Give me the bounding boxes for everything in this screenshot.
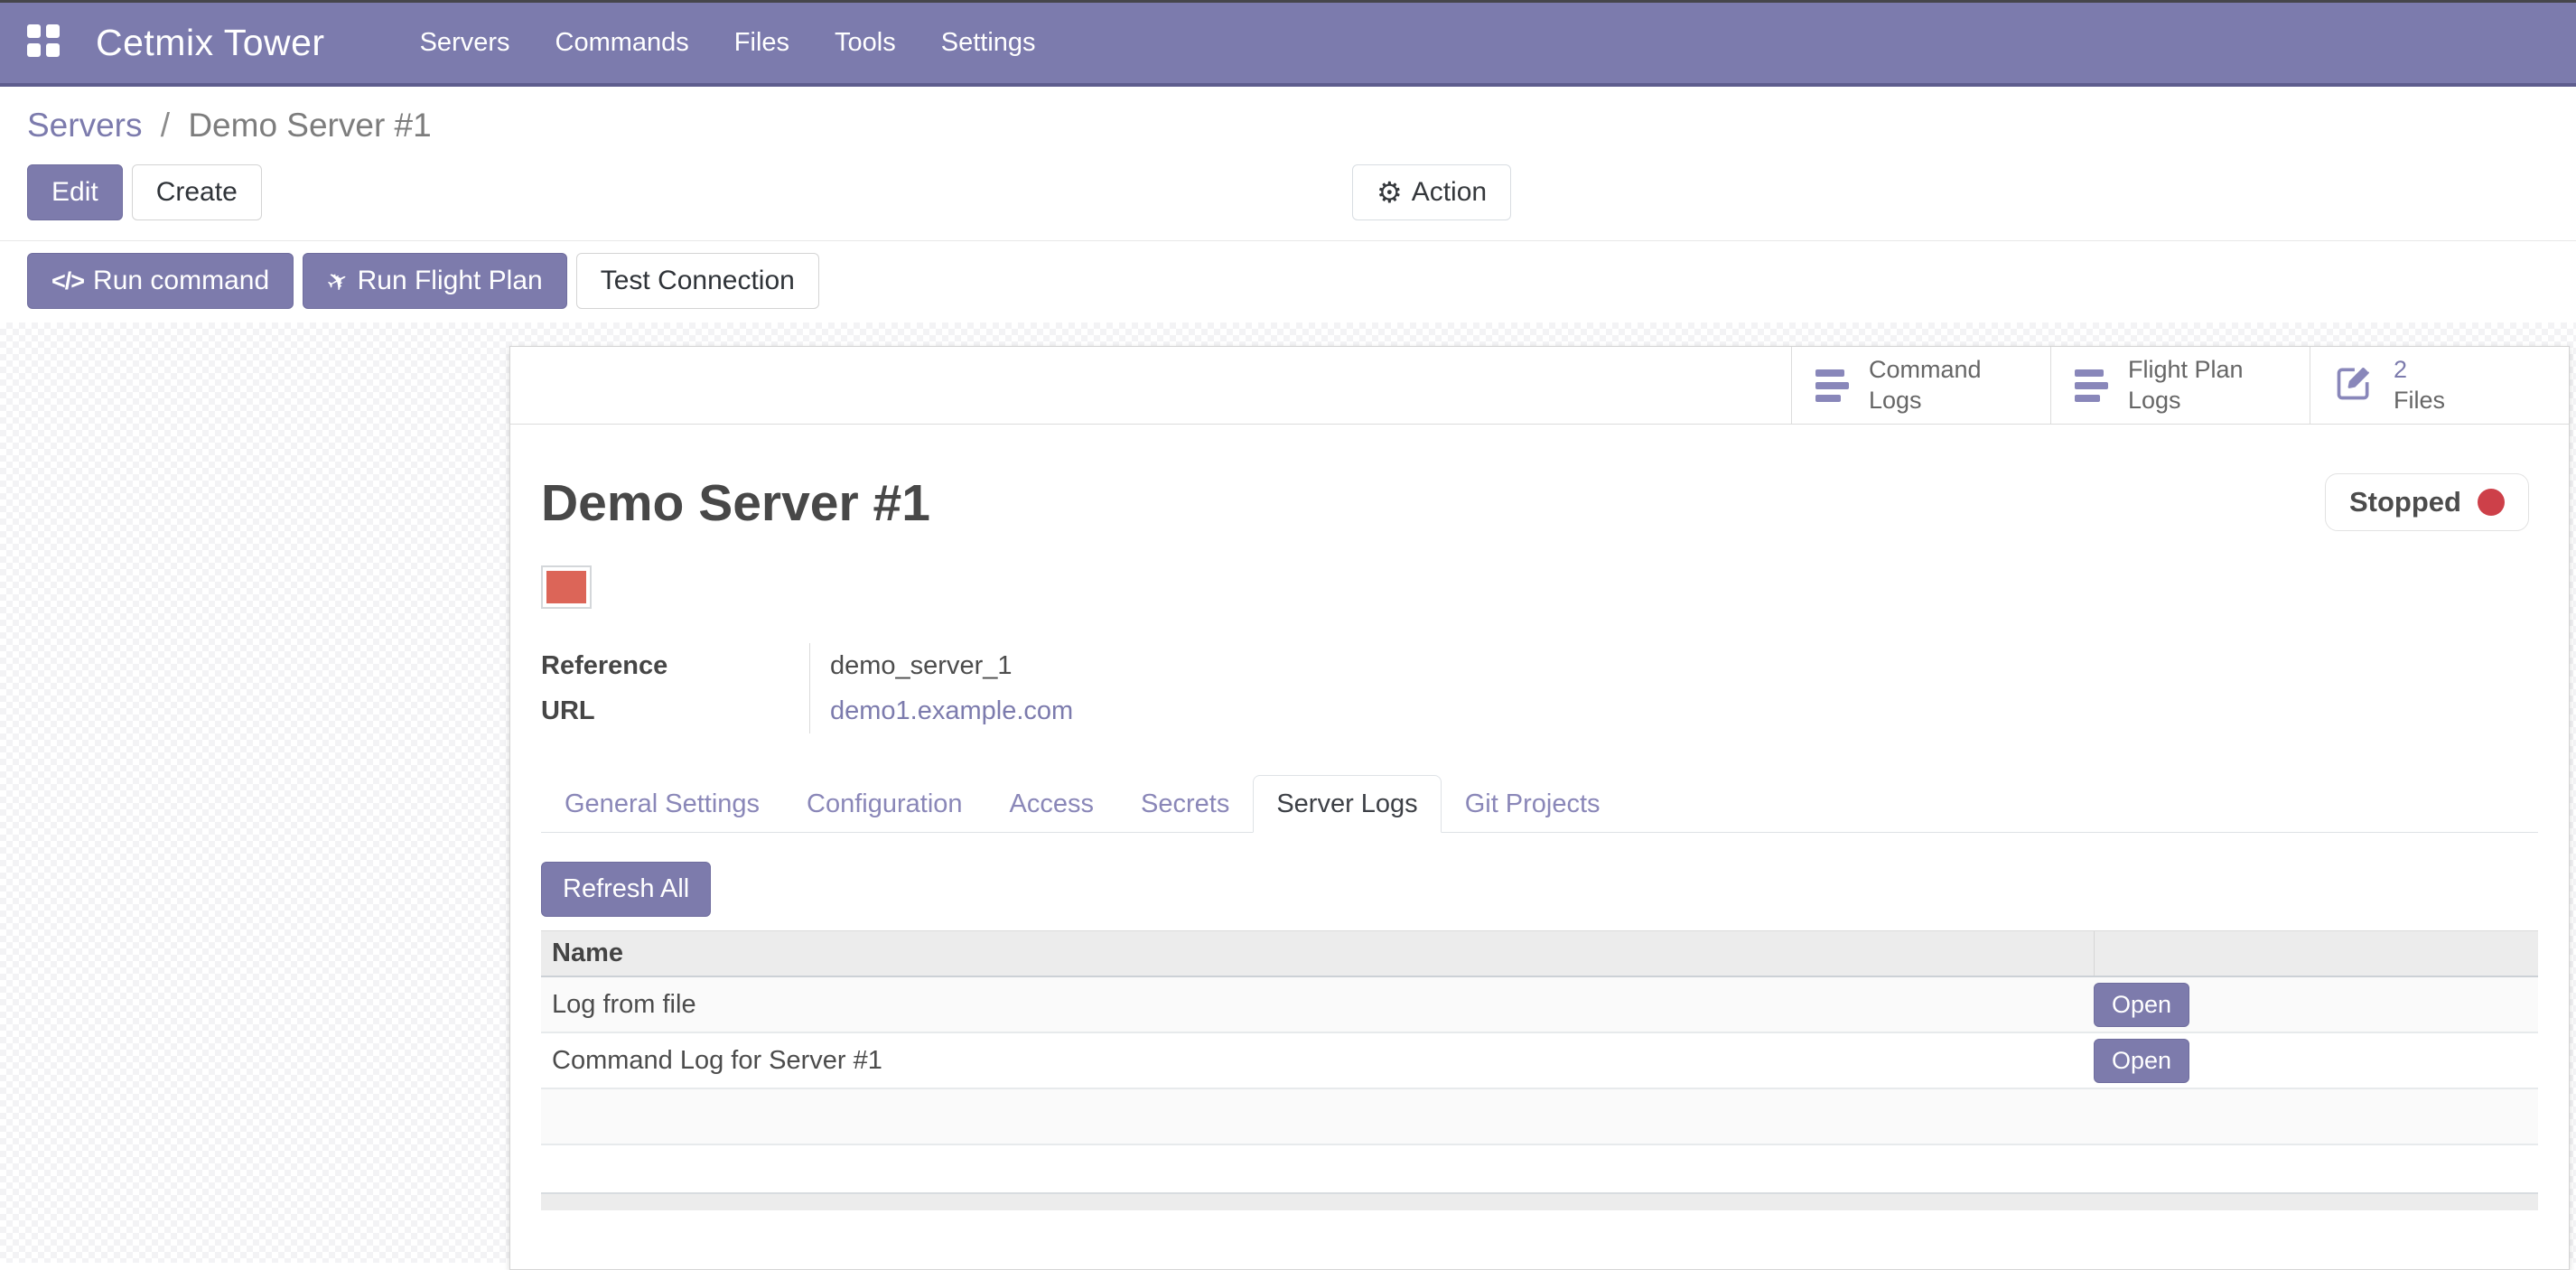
status-dot-icon — [2478, 489, 2505, 516]
table-header-row: Name — [541, 930, 2538, 977]
tab-git-projects[interactable]: Git Projects — [1442, 775, 1624, 833]
tab-secrets[interactable]: Secrets — [1117, 775, 1253, 833]
stat-button-box: Command Logs Flight Plan Logs — [510, 347, 2569, 425]
title-row: Demo Server #1 Stopped — [541, 473, 2538, 533]
breadcrumb-parent-link[interactable]: Servers — [27, 107, 142, 144]
notebook-tabs: General Settings Configuration Access Se… — [541, 775, 2538, 833]
app-brand: Cetmix Tower — [96, 22, 325, 64]
open-log-button[interactable]: Open — [2094, 983, 2189, 1027]
menu-item-commands[interactable]: Commands — [533, 3, 712, 83]
breadcrumb: Servers / Demo Server #1 — [0, 87, 2576, 148]
table-row[interactable]: Log from file Open — [541, 977, 2538, 1033]
run-flight-plan-button[interactable]: ✈ Run Flight Plan — [303, 253, 567, 309]
stat-button-command-logs[interactable]: Command Logs — [1791, 347, 2050, 424]
log-name: Command Log for Server #1 — [541, 1033, 2094, 1088]
tab-general-settings[interactable]: General Settings — [541, 775, 783, 833]
reference-field-label: Reference — [541, 651, 667, 681]
stat-label: Flight Plan Logs — [2128, 355, 2244, 416]
tab-server-logs[interactable]: Server Logs — [1253, 775, 1441, 833]
screen: Cetmix Tower Servers Commands Files Tool… — [0, 0, 2576, 1263]
main-menu: Servers Commands Files Tools Settings — [397, 3, 1059, 83]
edit-button[interactable]: Edit — [27, 164, 123, 220]
stat-button-flight-plan-logs[interactable]: Flight Plan Logs — [2050, 347, 2310, 424]
form-view-background: Command Logs Flight Plan Logs — [0, 322, 2576, 1263]
menu-item-settings[interactable]: Settings — [919, 3, 1059, 83]
pencil-square-icon — [2334, 363, 2374, 407]
table-row[interactable]: Command Log for Server #1 Open — [541, 1033, 2538, 1089]
navbar: Cetmix Tower Servers Commands Files Tool… — [0, 3, 2576, 87]
status-badge: Stopped — [2325, 473, 2529, 531]
create-button[interactable]: Create — [132, 164, 262, 220]
table-body: Log from file Open Command Log for Serve… — [541, 977, 2538, 1145]
breadcrumb-separator: / — [152, 107, 179, 144]
stat-label: Command Logs — [1869, 355, 1982, 416]
apps-menu-icon[interactable] — [27, 24, 65, 62]
reference-field-value: demo_server_1 — [830, 651, 1013, 681]
plane-icon: ✈ — [322, 263, 354, 299]
list-icon — [2075, 369, 2108, 402]
open-log-button[interactable]: Open — [2094, 1039, 2189, 1083]
control-panel-buttons: Edit Create ⚙ Action — [0, 148, 2576, 240]
table-row-empty — [541, 1089, 2538, 1145]
page-title: Demo Server #1 — [541, 473, 930, 533]
stat-label: 2 Files — [2394, 355, 2445, 416]
server-logs-pane: Refresh All Name Log from file Open — [541, 833, 2538, 1210]
test-connection-button[interactable]: Test Connection — [576, 253, 819, 309]
server-logs-table: Name Log from file Open Comman — [541, 930, 2538, 1210]
run-flight-plan-label: Run Flight Plan — [358, 266, 543, 296]
breadcrumb-current: Demo Server #1 — [188, 107, 431, 144]
field-values-column: demo_server_1 demo1.example.com — [810, 643, 1073, 733]
field-labels-column: Reference URL — [541, 643, 810, 733]
refresh-all-button[interactable]: Refresh All — [541, 862, 711, 917]
action-button[interactable]: ⚙ Action — [1352, 164, 1511, 220]
tab-configuration[interactable]: Configuration — [783, 775, 986, 833]
menu-item-tools[interactable]: Tools — [812, 3, 919, 83]
tab-access[interactable]: Access — [986, 775, 1117, 833]
url-field-label: URL — [541, 696, 595, 726]
record-action-buttons: </> Run command ✈ Run Flight Plan Test C… — [0, 240, 2576, 322]
column-header-name[interactable]: Name — [541, 931, 2094, 976]
run-command-button[interactable]: </> Run command — [27, 253, 294, 309]
log-name: Log from file — [541, 977, 2094, 1032]
menu-item-files[interactable]: Files — [712, 3, 812, 83]
stat-button-files[interactable]: 2 Files — [2310, 347, 2569, 424]
files-count: 2 — [2394, 356, 2407, 383]
list-footer-bar — [541, 1192, 2538, 1210]
form-sheet: Demo Server #1 Stopped Reference URL dem… — [510, 473, 2569, 1210]
status-label: Stopped — [2349, 486, 2461, 518]
server-form-card: Command Logs Flight Plan Logs — [509, 346, 2570, 1270]
action-button-label: Action — [1412, 177, 1487, 208]
control-panel: Servers / Demo Server #1 Edit Create ⚙ A… — [0, 87, 2576, 322]
url-field-link[interactable]: demo1.example.com — [830, 696, 1073, 726]
menu-item-servers[interactable]: Servers — [397, 3, 533, 83]
code-icon: </> — [51, 267, 84, 295]
field-group: Reference URL demo_server_1 demo1.exampl… — [541, 643, 2538, 733]
column-header-action — [2094, 931, 2538, 976]
list-icon — [1815, 369, 1849, 402]
run-command-label: Run command — [93, 266, 269, 296]
gear-icon: ⚙ — [1377, 178, 1403, 207]
server-color-swatch[interactable] — [541, 565, 592, 609]
